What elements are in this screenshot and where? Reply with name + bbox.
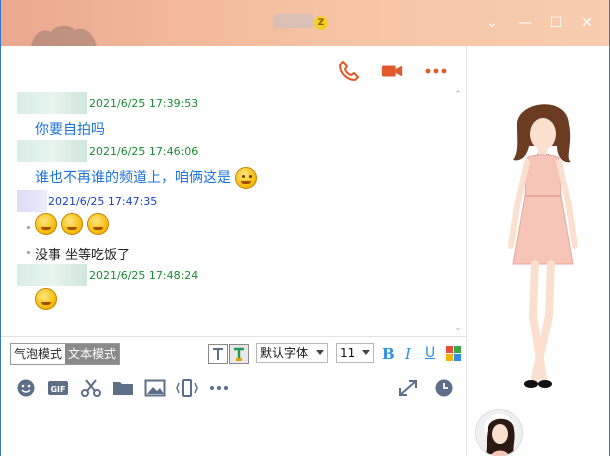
- voice-call-icon[interactable]: [337, 60, 361, 82]
- input-divider: [1, 336, 466, 337]
- message-timestamp: 2021/6/25 17:39:53: [89, 97, 199, 110]
- minimize-button[interactable]: —: [516, 14, 534, 32]
- chat-window: Z ⌄ — ☐ ✕ ⌃ 2021/6/25 17:39:53 你要自拍吗 202…: [0, 0, 610, 456]
- more-icon[interactable]: [424, 60, 448, 82]
- sender-name-blurred: [17, 92, 87, 114]
- scissors-icon[interactable]: [80, 378, 102, 398]
- emoji-row: [35, 213, 110, 235]
- more-icon[interactable]: [208, 378, 230, 398]
- font-size-value: 11: [340, 346, 356, 360]
- svg-text:GIF: GIF: [50, 385, 65, 394]
- message-text: 谁也不再谁的频道上，咱俩这是: [35, 170, 231, 186]
- emoji-row: [35, 288, 57, 310]
- title-bar-tree-decoration: [31, 25, 97, 46]
- font-size-select[interactable]: 11: [336, 343, 374, 363]
- vip-badge-icon: Z: [314, 16, 328, 30]
- message-text: 你要自拍吗: [35, 122, 105, 138]
- bullet: [27, 251, 30, 254]
- video-call-icon[interactable]: [380, 60, 404, 82]
- chat-history: ⌃ 2021/6/25 17:39:53 你要自拍吗 2021/6/25 17:…: [1, 46, 466, 336]
- scroll-up-arrow[interactable]: ⌃: [453, 91, 463, 100]
- message-text-row: 谁也不再谁的频道上，咱俩这是: [35, 167, 258, 189]
- format-toolbar: 气泡模式 文本模式 默认字体 11 B I U: [1, 340, 466, 368]
- font-family-value: 默认字体: [260, 346, 309, 360]
- text-mode-button[interactable]: 文本模式: [65, 344, 120, 364]
- yawn-emoji-icon: [87, 213, 110, 235]
- bold-button[interactable]: B: [382, 344, 396, 364]
- text-format-icon[interactable]: [208, 344, 228, 364]
- emoji-icon[interactable]: [15, 378, 37, 398]
- history-clock-icon[interactable]: [433, 378, 455, 398]
- gif-icon[interactable]: GIF: [47, 378, 69, 398]
- sender-name-blurred: [17, 140, 87, 162]
- contact-name-blurred: [273, 14, 313, 28]
- font-family-select[interactable]: 默认字体: [256, 343, 328, 363]
- avatar-show-panel: [466, 46, 609, 456]
- contact-avatar-image: [486, 418, 515, 456]
- bubble-mode-button[interactable]: 气泡模式: [11, 344, 66, 364]
- close-button[interactable]: ✕: [578, 14, 596, 32]
- message-text: 没事 坐等吃饭了: [35, 248, 131, 263]
- message-input[interactable]: [1, 404, 466, 456]
- bullet: [27, 226, 30, 229]
- yawn-emoji-icon: [35, 213, 57, 235]
- avatar-show-figure: [508, 104, 578, 388]
- message-timestamp: 2021/6/25 17:48:24: [89, 269, 199, 282]
- color-palette-icon[interactable]: [446, 344, 462, 364]
- maximize-button[interactable]: ☐: [547, 14, 565, 32]
- message-timestamp: 2021/6/25 17:46:06: [89, 145, 199, 158]
- italic-button[interactable]: I: [405, 344, 419, 364]
- chevron-down-icon: [362, 350, 370, 355]
- shake-icon[interactable]: [176, 378, 198, 398]
- scroll-down-arrow[interactable]: ⌄: [453, 324, 463, 333]
- display-mode-toggle: 气泡模式 文本模式: [10, 343, 121, 365]
- expand-icon[interactable]: [397, 378, 419, 398]
- message-timestamp: 2021/6/25 17:47:35: [48, 195, 158, 208]
- yawn-emoji-icon: [61, 213, 84, 235]
- underline-button[interactable]: U: [425, 344, 439, 364]
- chevron-down-icon: [316, 350, 324, 355]
- font-color-icon[interactable]: [229, 344, 249, 364]
- folder-icon[interactable]: [112, 378, 134, 398]
- thinking-emoji-icon: [35, 288, 57, 310]
- contact-avatar[interactable]: [475, 409, 523, 456]
- title-bar: Z ⌄ — ☐ ✕: [1, 0, 609, 46]
- input-toolbar: GIF: [1, 372, 466, 404]
- dropdown-button[interactable]: ⌄: [483, 14, 501, 32]
- image-icon[interactable]: [144, 378, 166, 398]
- sender-name-blurred: [17, 264, 87, 286]
- sender-name-blurred: [17, 190, 47, 212]
- grin-emoji-icon: [235, 167, 258, 189]
